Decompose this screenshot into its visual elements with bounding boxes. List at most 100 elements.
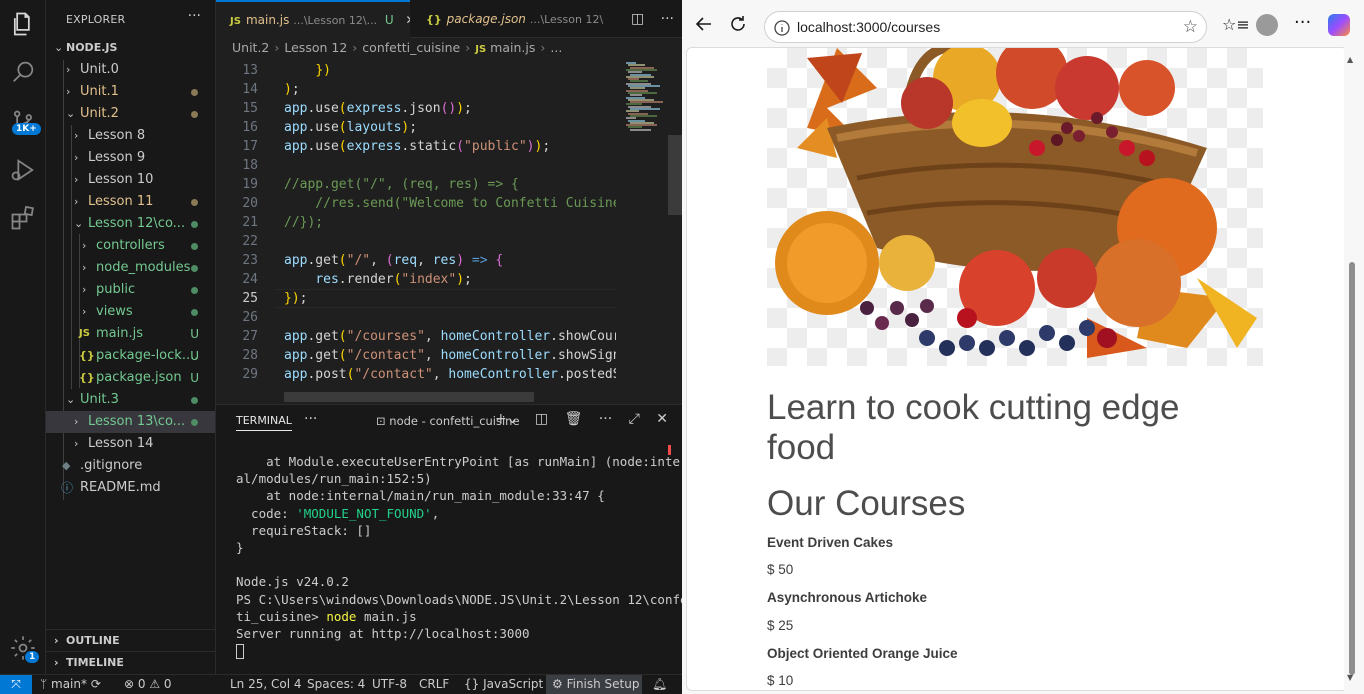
more-options-icon[interactable]: ···: [1294, 12, 1311, 33]
scroll-down-arrow-icon[interactable]: ▼: [1347, 673, 1353, 682]
breadcrumb-item[interactable]: Lesson 12: [284, 40, 347, 55]
finish-setup-button[interactable]: ⚙ Finish Setup: [546, 675, 642, 694]
trash-icon[interactable]: 🗑: [565, 411, 583, 427]
tree-item[interactable]: ◆ .gitignore: [46, 455, 215, 477]
split-terminal-icon[interactable]: ◫: [535, 411, 548, 427]
modified-dot: [191, 199, 198, 206]
close-icon[interactable]: ✕: [656, 411, 668, 427]
tree-item[interactable]: › Lesson 10: [46, 169, 215, 191]
more-actions-icon[interactable]: ···: [188, 8, 201, 24]
tab-terminal[interactable]: TERMINAL: [236, 414, 292, 431]
tree-item[interactable]: › Unit.0: [46, 59, 215, 81]
split-editor-icon[interactable]: ◫: [631, 11, 644, 27]
chevron-right-icon: ›: [82, 305, 87, 318]
more-actions-icon[interactable]: ···: [661, 11, 674, 27]
indentation-status[interactable]: Spaces: 4: [307, 677, 365, 691]
more-actions-icon[interactable]: ···: [304, 411, 317, 427]
tab-package-json[interactable]: {} package.json ...\Lesson 12\: [412, 0, 622, 38]
terminal-output[interactable]: at Module.executeUserEntryPoint [as runM…: [236, 453, 696, 660]
outline-panel[interactable]: › OUTLINE: [46, 629, 215, 651]
branch-status[interactable]: ᛘ main* ⟳: [40, 677, 101, 691]
tree-item[interactable]: ⓘ README.md: [46, 477, 215, 499]
tree-item[interactable]: {} package-lock.... U: [46, 345, 215, 367]
eol-status[interactable]: CRLF: [419, 677, 449, 691]
extensions-icon[interactable]: [9, 204, 37, 232]
tree-item[interactable]: › node_modules: [46, 257, 215, 279]
tree-item[interactable]: › Lesson 11: [46, 191, 215, 213]
untracked-dot: [191, 419, 198, 426]
line-number: 17: [242, 139, 258, 154]
tree-item-label: Lesson 12\co...: [88, 216, 186, 231]
tree-item[interactable]: › Unit.1: [46, 81, 215, 103]
breadcrumb-item[interactable]: Unit.2: [232, 40, 269, 55]
code-text: app.get("/courses", homeController.showC…: [284, 329, 616, 344]
code-editor[interactable]: 13 }) 14); 15 app.use(express.json()); 16 app…: [216, 61, 616, 401]
tree-item-label: Lesson 11: [88, 194, 154, 209]
breadcrumb-item[interactable]: main.js: [490, 40, 535, 55]
minimap[interactable]: [616, 58, 682, 402]
encoding-status[interactable]: UTF-8: [372, 677, 407, 691]
terminal-actions: +⌄ ◫ 🗑 ··· ⤢ ✕: [483, 411, 668, 427]
profile-avatar-icon[interactable]: [1256, 14, 1278, 36]
cursor-position[interactable]: Ln 25, Col 4: [230, 677, 302, 691]
tree-item[interactable]: {} package.json U: [46, 367, 215, 389]
remote-icon[interactable]: ⤧: [0, 675, 32, 694]
copilot-icon[interactable]: [1328, 14, 1350, 36]
more-actions-icon[interactable]: ···: [599, 411, 612, 427]
tree-item[interactable]: ⌄ Lesson 12\co...: [46, 213, 215, 235]
tree-item[interactable]: › public: [46, 279, 215, 301]
problems-status[interactable]: ⊗ 0 ⚠ 0: [124, 677, 172, 691]
tree-item[interactable]: › views: [46, 301, 215, 323]
page-scroll-thumb[interactable]: [1349, 262, 1355, 675]
js-file-icon: JS: [475, 44, 487, 55]
address-bar[interactable]: localhost:3000/courses ☆: [764, 11, 1207, 43]
code-text: //app.get("/", (req, res) => {: [284, 177, 519, 192]
page-scrollbar[interactable]: ▲ ▼: [1344, 47, 1360, 691]
tree-item[interactable]: ⌄ Unit.3: [46, 389, 215, 411]
maximize-icon[interactable]: ⤢: [629, 411, 640, 427]
tree-item[interactable]: › Lesson 9: [46, 147, 215, 169]
favorite-star-icon[interactable]: ☆: [1183, 17, 1198, 37]
breadcrumb-item[interactable]: ...: [550, 40, 562, 55]
run-debug-icon[interactable]: [9, 156, 37, 184]
favorites-list-icon[interactable]: ☆≡: [1222, 15, 1250, 34]
browser-window: localhost:3000/courses ☆ ☆≡ ··· Learn to…: [682, 0, 1364, 694]
chevron-right-icon: ›: [82, 261, 87, 274]
tree-item[interactable]: ⌄ Unit.2: [46, 103, 215, 125]
breadcrumb-item[interactable]: confetti_cuisine: [362, 40, 460, 55]
notifications-bell-icon[interactable]: 🔔︎: [652, 677, 667, 691]
tab-path: ...\Lesson 12\: [529, 13, 604, 26]
tree-root[interactable]: ⌄ NODE.JS: [46, 37, 215, 59]
chevron-down-icon: ⌄: [74, 217, 84, 230]
back-arrow-icon[interactable]: [694, 14, 718, 38]
tree-item-label: .gitignore: [80, 458, 143, 473]
scroll-up-arrow-icon[interactable]: ▲: [1347, 55, 1353, 64]
tree-item[interactable]: › Lesson 14: [46, 433, 215, 455]
untracked-dot: [191, 265, 198, 272]
tab-main-js[interactable]: JS main.js...\Lesson 12\... U ✕: [216, 0, 410, 38]
terminal-cursor: [236, 644, 244, 660]
close-icon[interactable]: ✕: [406, 13, 410, 27]
tree-item[interactable]: › controllers: [46, 235, 215, 257]
course-price: $ 50: [767, 562, 794, 577]
line-number: 18: [242, 158, 258, 173]
terminal-line: PS C:\Users\windows\Downloads\NODE.JS\Un…: [236, 591, 696, 607]
tree-item[interactable]: JS main.js U: [46, 323, 215, 345]
error-code: 'MODULE_NOT_FOUND': [296, 505, 432, 521]
explorer-icon[interactable]: [9, 10, 37, 38]
terminal-line-command: ti_cuisine> node main.js: [236, 608, 417, 624]
refresh-icon[interactable]: [728, 14, 752, 38]
editor-horizontal-scrollbar[interactable]: [284, 392, 534, 402]
site-info-icon[interactable]: [773, 19, 791, 37]
timeline-panel[interactable]: › TIMELINE: [46, 651, 215, 673]
code-text: app.use(layouts);: [284, 120, 418, 135]
chevron-right-icon: ›: [74, 437, 79, 450]
add-terminal-icon[interactable]: +⌄: [495, 411, 518, 427]
tree-item-selected[interactable]: › Lesson 13\co...: [46, 411, 215, 433]
language-status[interactable]: {} JavaScript: [464, 677, 543, 691]
branch-name: main*: [51, 677, 87, 691]
editor-scrollbar[interactable]: [668, 135, 682, 215]
tree-item[interactable]: › Lesson 8: [46, 125, 215, 147]
search-icon[interactable]: [9, 58, 37, 86]
line-number: 16: [242, 120, 258, 135]
